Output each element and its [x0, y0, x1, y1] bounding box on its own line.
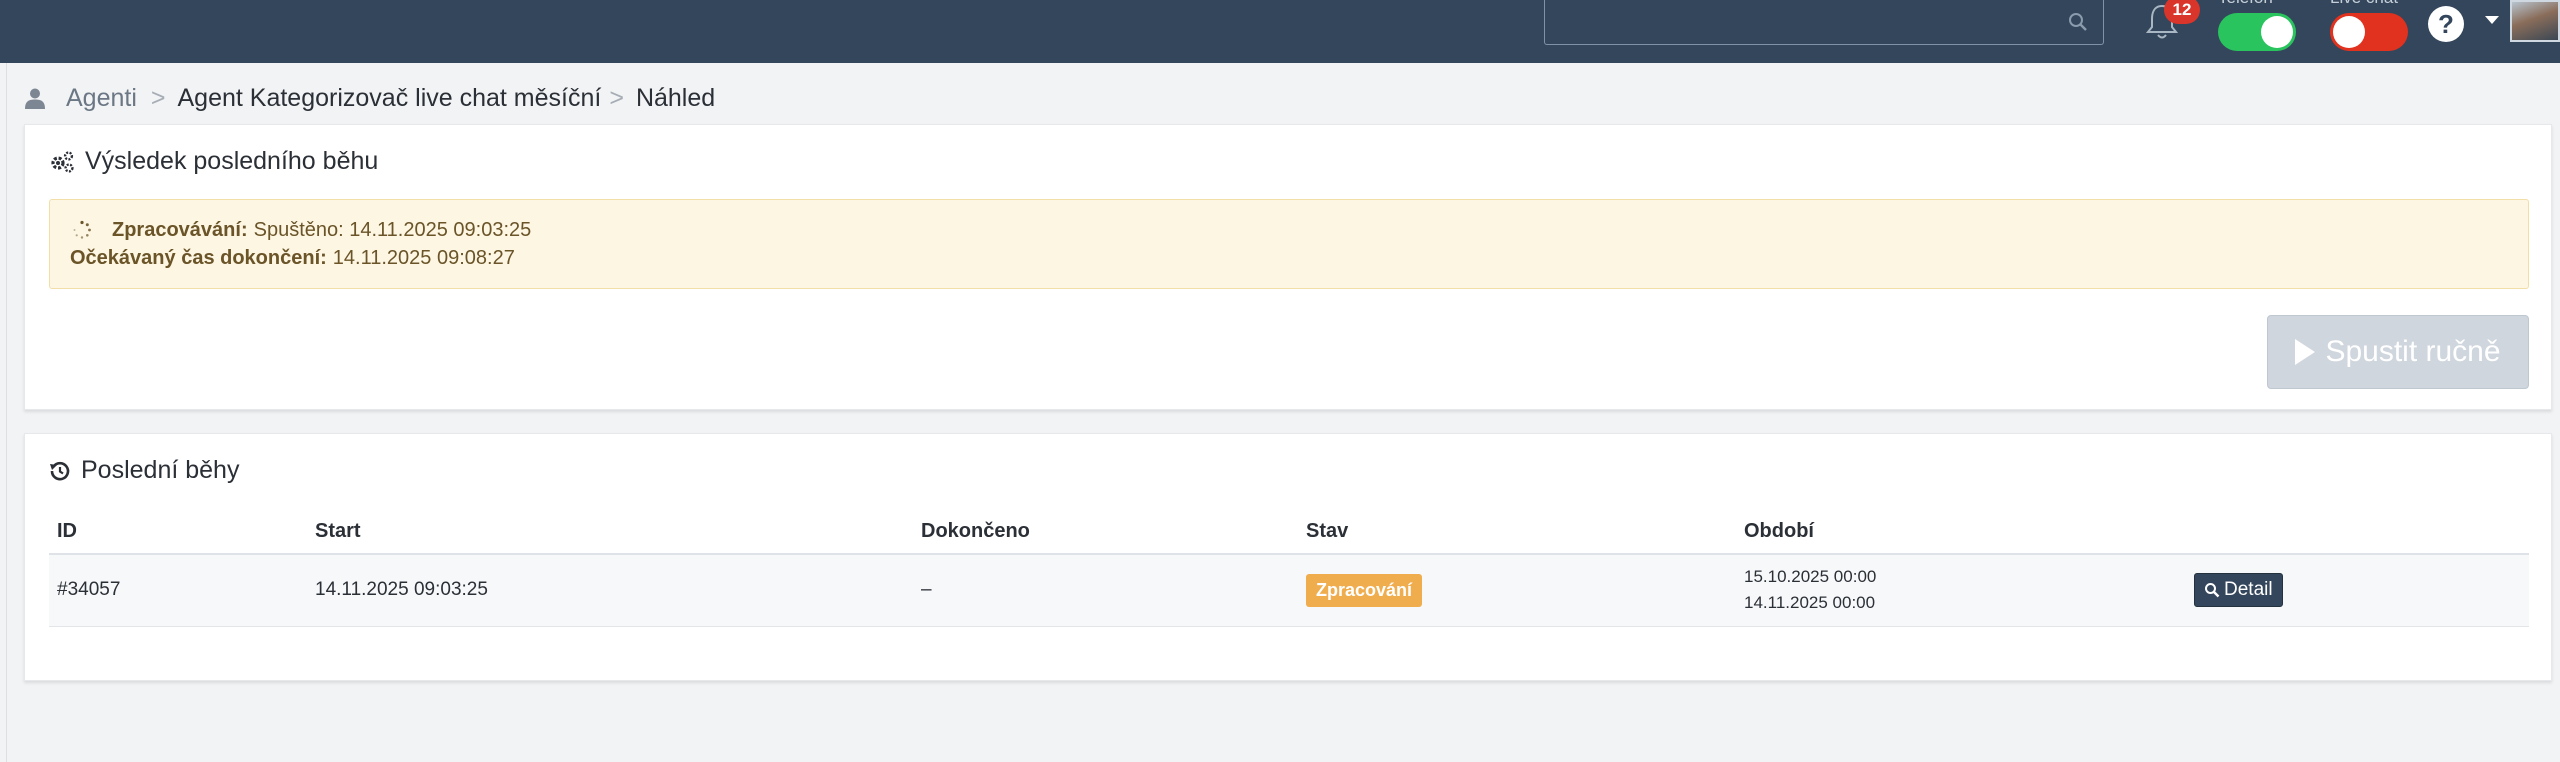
- breadcrumb: Agenti > Agent Kategorizovač live chat m…: [24, 80, 715, 116]
- play-icon: [2295, 339, 2316, 365]
- last-run-title: Výsledek posledního běhu: [49, 147, 378, 176]
- run-finished: –: [913, 554, 1298, 627]
- run-manually-button[interactable]: Spustit ručně: [2267, 315, 2529, 389]
- breadcrumb-current: Náhled: [635, 83, 716, 112]
- search-input[interactable]: [1544, 0, 2104, 45]
- search-icon: [2205, 583, 2220, 598]
- run-period-cell: 15.10.2025 00:00 14.11.2025 00:00: [1736, 554, 2186, 627]
- history-icon: [50, 461, 70, 480]
- live-chat-toggle[interactable]: [2330, 13, 2408, 51]
- column-actions: [2186, 510, 2529, 555]
- last-run-panel: Výsledek posledního běhu Zpracovávání: S…: [24, 124, 2552, 410]
- processing-value: Spuštěno: 14.11.2025 09:03:25: [253, 218, 532, 241]
- user-icon: [25, 88, 45, 109]
- toggle-knob: [2261, 16, 2293, 48]
- processing-alert: Zpracovávání: Spuštěno: 14.11.2025 09:03…: [49, 199, 2529, 289]
- column-status[interactable]: Stav: [1298, 510, 1736, 555]
- detail-button[interactable]: Detail: [2194, 573, 2283, 608]
- phone-toggle[interactable]: [2218, 13, 2296, 51]
- run-status-cell: Zpracování: [1298, 554, 1736, 627]
- left-divider: [6, 63, 7, 762]
- table-header-row: ID Start Dokončeno Stav Období: [49, 510, 2529, 555]
- table-row: #34057 14.11.2025 09:03:25 – Zpracování …: [49, 554, 2529, 627]
- breadcrumb-agents[interactable]: Agenti: [66, 84, 137, 113]
- gears-icon: [51, 150, 74, 173]
- recent-runs-panel: Poslední běhy ID Start Dokončeno Stav Ob…: [24, 433, 2552, 681]
- runs-table: ID Start Dokončeno Stav Období #34057 14…: [49, 510, 2529, 627]
- processing-label: Zpracovávání:: [112, 218, 248, 241]
- run-id: #34057: [49, 554, 307, 627]
- eta-line: Očekávaný čas dokončení: 14.11.2025 09:0…: [70, 244, 2508, 272]
- panel-title-text: Výsledek posledního běhu: [85, 147, 379, 175]
- detail-button-label: Detail: [2224, 579, 2273, 601]
- live-chat-toggle-label: Live chat: [2330, 0, 2398, 8]
- spinner-icon: [73, 220, 91, 239]
- run-start: 14.11.2025 09:03:25: [307, 554, 913, 627]
- phone-toggle-label: Telefon: [2218, 0, 2273, 8]
- search-icon[interactable]: [2067, 11, 2089, 33]
- breadcrumb-agent[interactable]: Agent Kategorizovač live chat měsíční: [178, 84, 602, 113]
- run-manually-label: Spustit ručně: [2325, 335, 2501, 368]
- avatar[interactable]: [2510, 0, 2560, 42]
- processing-line: Zpracovávání: Spuštěno: 14.11.2025 09:03…: [70, 216, 2508, 244]
- help-icon[interactable]: ?: [2428, 6, 2464, 42]
- status-badge: Zpracování: [1306, 573, 1423, 607]
- breadcrumb-separator: >: [150, 83, 166, 112]
- column-id[interactable]: ID: [49, 510, 307, 555]
- notification-badge[interactable]: 12: [2164, 0, 2200, 24]
- period-from: 15.10.2025 00:00: [1744, 567, 1877, 587]
- eta-value: 14.11.2025 09:08:27: [332, 246, 515, 269]
- column-finished[interactable]: Dokončeno: [913, 510, 1298, 555]
- toggle-knob: [2333, 16, 2365, 48]
- column-period[interactable]: Období: [1736, 510, 2186, 555]
- top-bar: 12 Telefon Live chat ?: [0, 0, 2560, 63]
- column-start[interactable]: Start: [307, 510, 913, 555]
- chevron-down-icon[interactable]: [2485, 16, 2499, 24]
- recent-runs-title: Poslední běhy: [49, 456, 239, 485]
- breadcrumb-separator: >: [609, 83, 624, 112]
- panel-title-text: Poslední běhy: [81, 456, 240, 484]
- run-actions-cell: Detail: [2186, 554, 2529, 627]
- period-to: 14.11.2025 00:00: [1744, 593, 1876, 613]
- eta-label: Očekávaný čas dokončení:: [70, 246, 327, 269]
